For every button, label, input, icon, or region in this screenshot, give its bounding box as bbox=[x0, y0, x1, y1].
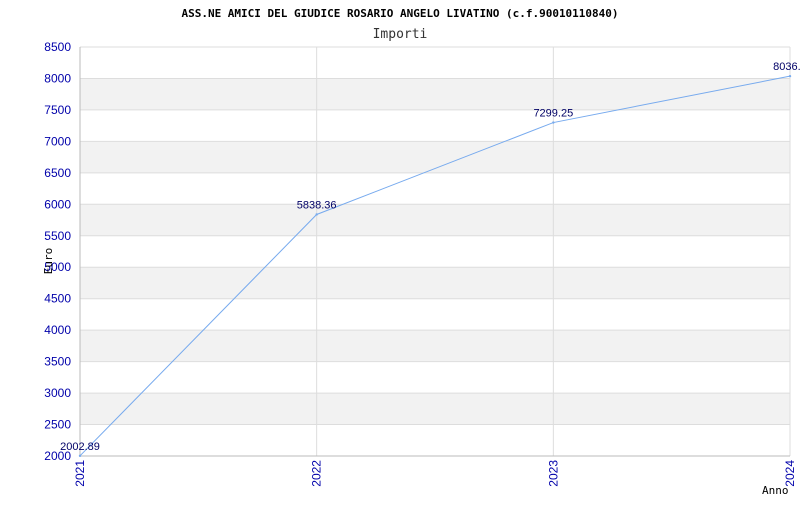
data-label: 8036.4 bbox=[773, 61, 800, 73]
y-tick-label: 6000 bbox=[44, 197, 71, 211]
grid-band bbox=[80, 204, 790, 236]
y-tick-label: 4000 bbox=[44, 323, 71, 337]
chart-title: ASS.NE AMICI DEL GIUDICE ROSARIO ANGELO … bbox=[181, 7, 618, 20]
y-tick-label: 7000 bbox=[44, 134, 71, 148]
data-label: 2002.89 bbox=[60, 441, 100, 453]
x-axis-label: Anno bbox=[762, 484, 789, 497]
y-tick-label: 2500 bbox=[44, 418, 71, 432]
grid-band bbox=[80, 330, 790, 362]
y-tick-label: 8500 bbox=[44, 40, 71, 54]
x-tick-label: 2024 bbox=[783, 460, 797, 487]
x-tick-label: 2021 bbox=[73, 460, 87, 487]
data-point bbox=[788, 74, 792, 78]
grid-band bbox=[80, 267, 790, 299]
x-tick-label: 2023 bbox=[546, 460, 560, 487]
y-tick-label: 3000 bbox=[44, 386, 71, 400]
data-point bbox=[315, 213, 318, 216]
data-point bbox=[552, 121, 555, 124]
y-axis-label: Euro bbox=[42, 248, 55, 275]
y-tick-label: 6500 bbox=[44, 166, 71, 180]
line-chart: ASS.NE AMICI DEL GIUDICE ROSARIO ANGELO … bbox=[42, 7, 800, 497]
grid-bands bbox=[80, 78, 790, 425]
y-tick-label: 4500 bbox=[44, 292, 71, 306]
x-axis-ticks: 2021 2022 2023 2024 bbox=[73, 460, 797, 487]
y-tick-label: 5500 bbox=[44, 229, 71, 243]
x-tick-label: 2022 bbox=[310, 460, 324, 487]
chart: ASS.NE AMICI DEL GIUDICE ROSARIO ANGELO … bbox=[0, 0, 800, 500]
data-label: 5838.36 bbox=[297, 199, 337, 211]
grid-band bbox=[80, 78, 790, 110]
data-label: 7299.25 bbox=[533, 108, 573, 120]
data-point bbox=[78, 454, 82, 458]
grid-band bbox=[80, 393, 790, 425]
y-tick-label: 8000 bbox=[44, 71, 71, 85]
y-tick-label: 3500 bbox=[44, 355, 71, 369]
chart-subtitle: Importi bbox=[373, 27, 428, 42]
y-tick-label: 7500 bbox=[44, 103, 71, 117]
